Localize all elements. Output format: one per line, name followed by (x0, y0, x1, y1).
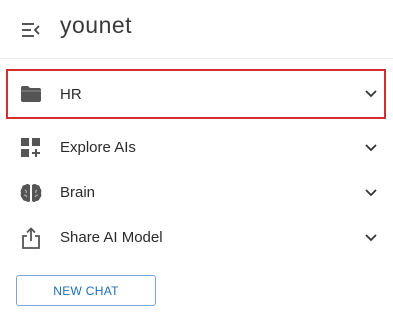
chevron-down-icon[interactable] (364, 231, 378, 245)
brand-logo: younet (60, 12, 133, 38)
folder-icon (20, 83, 42, 105)
nav-item-label: Share AI Model (60, 229, 163, 246)
nav-item-hr[interactable]: HR (6, 69, 386, 119)
nav-item-brain[interactable]: Brain (6, 170, 386, 215)
nav-item-share-ai-model[interactable]: Share AI Model (6, 215, 386, 260)
chevron-down-icon[interactable] (364, 186, 378, 200)
new-chat-button[interactable]: NEW CHAT (16, 275, 156, 306)
share-icon (20, 226, 42, 249)
app-header: younet (0, 0, 393, 56)
sidebar-nav: HR Explore AIs Brain Share AI Model (6, 69, 386, 260)
chevron-down-icon[interactable] (364, 141, 378, 155)
nav-item-label: Explore AIs (60, 139, 136, 156)
grid-add-icon (20, 137, 42, 159)
header-divider (0, 58, 393, 59)
nav-item-explore-ais[interactable]: Explore AIs (6, 125, 386, 170)
nav-item-label: HR (60, 85, 82, 103)
menu-collapse-button[interactable] (18, 18, 44, 42)
menu-collapse-icon (22, 23, 40, 37)
nav-item-label: Brain (60, 184, 96, 201)
chevron-down-icon[interactable] (364, 87, 378, 101)
brain-icon (20, 182, 42, 204)
